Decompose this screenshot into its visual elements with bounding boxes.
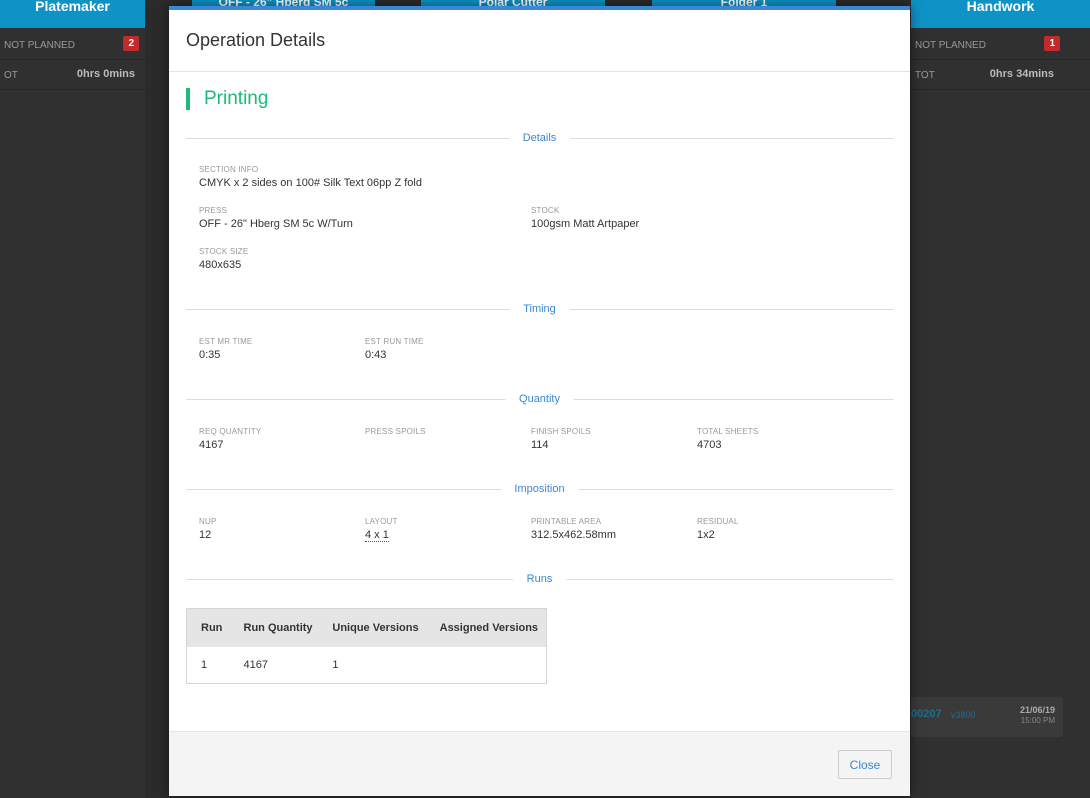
req-quantity-field: REQ QUANTITY 4167 — [199, 427, 365, 451]
tot-value: 0hrs 34mins — [989, 68, 1054, 80]
imposition-grid: NUP 12 LAYOUT 4 x 1 PRINTABLE AREA 312.5… — [186, 499, 893, 542]
field-value: 4 x 1 — [365, 529, 531, 542]
field-label: LAYOUT — [365, 517, 398, 526]
operation-details-modal: Operation Details Printing Details SECTI… — [169, 6, 910, 796]
field-value: 0:43 — [365, 349, 387, 361]
quantity-heading: Quantity — [505, 393, 574, 405]
field-label: STOCK — [531, 206, 560, 215]
field-value: 100gsm Matt Artpaper — [531, 218, 640, 230]
handwork-column-title[interactable]: Handwork — [911, 0, 1090, 28]
press-spoils-field: PRESS SPOILS — [365, 427, 531, 451]
field-value: 0:35 — [199, 349, 221, 361]
nup-field: NUP 12 — [199, 517, 365, 541]
stock-field: STOCK 100gsm Matt Artpaper — [531, 206, 863, 230]
not-planned-count-badge: 2 — [123, 36, 139, 51]
printable-area-field: PRINTABLE AREA 312.5x462.58mm — [531, 517, 697, 541]
not-planned-label: NOT PLANNED — [915, 40, 986, 51]
platemaker-not-planned-row[interactable]: NOT PLANNED 2 — [0, 30, 145, 60]
quantity-divider: Quantity — [186, 391, 893, 409]
details-divider: Details — [186, 130, 893, 148]
field-value: 312.5x462.58mm — [531, 529, 616, 541]
field-label: FINISH SPOILS — [531, 427, 591, 436]
total-sheets-field: TOTAL SHEETS 4703 — [697, 427, 863, 451]
table-header-cell: Unique Versions — [318, 608, 426, 647]
layout-field: LAYOUT 4 x 1 — [365, 517, 531, 542]
table-header-row: Run Run Quantity Unique Versions Assigne… — [186, 608, 547, 647]
table-header-cell: Run — [186, 608, 230, 647]
tot-value: 0hrs 0mins — [76, 68, 135, 80]
press-field: PRESS OFF - 26" Hberg SM 5c W/Turn — [199, 206, 531, 230]
job-card-date: 21/06/19 — [1019, 705, 1055, 715]
field-label: TOTAL SHEETS — [697, 427, 759, 436]
timing-grid: EST MR TIME 0:35 EST RUN TIME 0:43 — [186, 319, 893, 361]
field-value: 4167 — [199, 439, 224, 451]
field-label: EST RUN TIME — [365, 337, 424, 346]
field-value: OFF - 26" Hberg SM 5c W/Turn — [199, 218, 353, 230]
table-cell — [426, 647, 547, 684]
handwork-not-planned-row[interactable]: NOT PLANNED 1 — [911, 30, 1090, 60]
field-label: PRESS SPOILS — [365, 427, 426, 436]
job-card-time: 15:00 PM — [1020, 716, 1055, 725]
job-card-version: v3800 — [951, 710, 976, 720]
job-card[interactable]: 00207 v3800 21/06/19 15:00 PM — [911, 697, 1063, 737]
runs-heading: Runs — [512, 573, 567, 585]
runs-divider: Runs — [186, 571, 893, 589]
table-header-cell: Run Quantity — [229, 608, 319, 647]
field-label: REQ QUANTITY — [199, 427, 262, 436]
field-label: EST MR TIME — [199, 337, 253, 346]
section-info-field: SECTION INFO CMYK x 2 sides on 100# Silk… — [199, 165, 863, 189]
operation-title: Printing — [186, 88, 893, 110]
layout-value-link[interactable]: 4 x 1 — [365, 529, 389, 542]
table-header-cell: Assigned Versions — [425, 608, 547, 647]
timing-divider: Timing — [186, 301, 893, 319]
imposition-heading: Imposition — [500, 483, 579, 495]
modal-header: Operation Details — [169, 10, 910, 72]
modal-body: Printing Details SECTION INFO CMYK x 2 s… — [169, 88, 910, 684]
quantity-grid: REQ QUANTITY 4167 PRESS SPOILS FINISH SP… — [186, 409, 893, 451]
runs-table: Run Run Quantity Unique Versions Assigne… — [186, 608, 547, 684]
close-button[interactable]: Close — [838, 750, 892, 779]
est-mr-time-field: EST MR TIME 0:35 — [199, 337, 365, 361]
details-heading: Details — [508, 132, 571, 144]
platemaker-column-title[interactable]: Platemaker — [0, 0, 145, 28]
field-value: 4703 — [697, 439, 722, 451]
field-value: 1x2 — [697, 529, 715, 541]
field-label: RESIDUAL — [697, 517, 739, 526]
imposition-divider: Imposition — [186, 481, 893, 499]
stock-size-field: STOCK SIZE 480x635 — [199, 247, 863, 271]
field-label: PRESS — [199, 206, 228, 215]
tot-label: TOT — [915, 70, 935, 81]
field-value: 114 — [531, 439, 549, 451]
est-run-time-field: EST RUN TIME 0:43 — [365, 337, 531, 361]
handwork-tot-row: TOT 0hrs 34mins — [911, 60, 1090, 90]
table-cell: 1 — [201, 658, 208, 671]
table-cell: 4167 — [243, 658, 268, 671]
handwork-column: Handwork NOT PLANNED 1 TOT 0hrs 34mins 0… — [911, 0, 1090, 798]
field-label: STOCK SIZE — [199, 247, 249, 256]
modal-title: Operation Details — [186, 30, 326, 50]
field-value: 12 — [199, 529, 212, 541]
residual-field: RESIDUAL 1x2 — [697, 517, 863, 541]
finish-spoils-field: FINISH SPOILS 114 — [531, 427, 697, 451]
timing-heading: Timing — [509, 303, 570, 315]
not-planned-label: NOT PLANNED — [4, 40, 75, 51]
job-card-ref: 00207 — [911, 708, 942, 720]
details-grid: SECTION INFO CMYK x 2 sides on 100# Silk… — [186, 148, 893, 271]
field-label: SECTION INFO — [199, 165, 259, 174]
field-label: PRINTABLE AREA — [531, 517, 602, 526]
table-row: 1 4167 1 — [187, 647, 547, 684]
field-value: CMYK x 2 sides on 100# Silk Text 06pp Z … — [199, 177, 422, 189]
table-cell: 1 — [332, 658, 339, 671]
platemaker-column: Platemaker NOT PLANNED 2 OT 0hrs 0mins — [0, 0, 145, 798]
platemaker-tot-row: OT 0hrs 0mins — [0, 60, 145, 90]
field-value: 480x635 — [199, 259, 242, 271]
field-label: NUP — [199, 517, 217, 526]
tot-label: OT — [4, 70, 18, 81]
modal-footer: Close — [169, 731, 910, 796]
not-planned-count-badge: 1 — [1044, 36, 1060, 51]
